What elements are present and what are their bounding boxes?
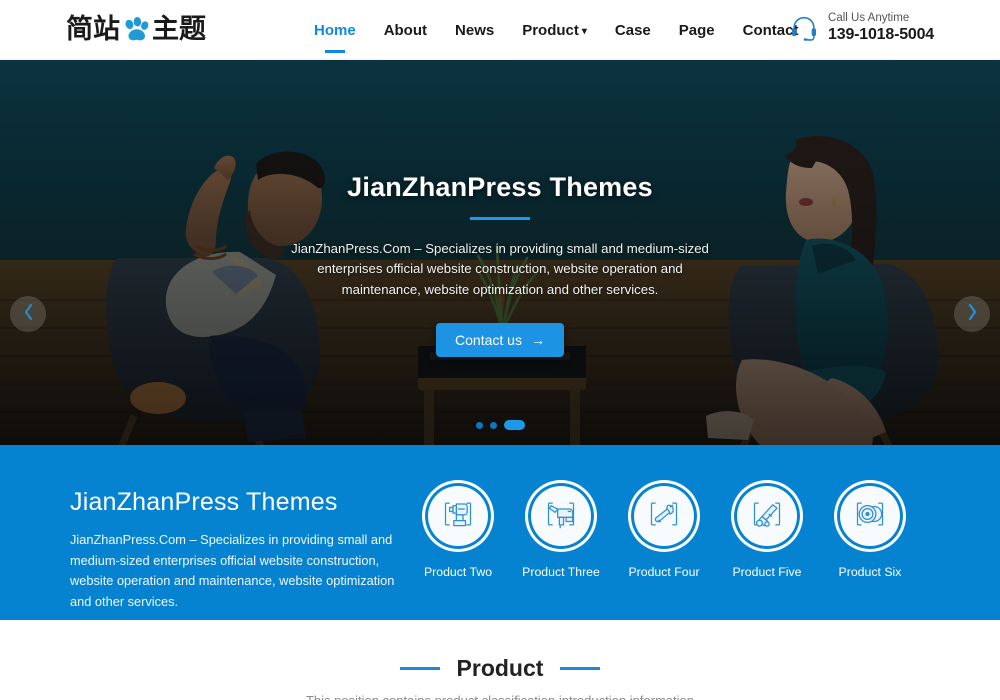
paw-icon — [121, 15, 151, 45]
product-section-subtitle: This position contains product classific… — [0, 693, 1000, 700]
carousel-dot-1[interactable] — [475, 421, 483, 429]
product-label: Product Four — [628, 565, 700, 579]
product-shortcut-five[interactable]: Product Five — [727, 480, 807, 579]
product-circle — [422, 480, 494, 552]
nav-label: News — [455, 21, 495, 39]
hero-description: JianZhanPress.Com – Specializes in provi… — [291, 241, 709, 297]
heading-rule-right — [560, 667, 601, 670]
contact-us-button[interactable]: Contact us → — [436, 323, 564, 358]
product-label: Product Three — [522, 565, 600, 579]
product-circle — [834, 480, 906, 552]
product-label: Product Six — [838, 565, 902, 579]
logo-text-left: 简站 — [66, 14, 120, 45]
product-circle — [731, 480, 803, 552]
arrow-right-icon: → — [530, 332, 545, 349]
headset-icon — [789, 13, 819, 43]
hero-divider — [470, 217, 530, 220]
nav-item-case[interactable]: Case — [601, 0, 665, 60]
nav-item-home[interactable]: Home — [300, 0, 370, 60]
chevron-right-icon — [966, 303, 979, 326]
nav-label: About — [383, 21, 428, 39]
header-contact[interactable]: Call Us Anytime 139-1018-5004 — [789, 11, 934, 45]
leaf-blower-icon — [644, 494, 684, 539]
nav-active-underline — [324, 50, 345, 53]
saw-blades-icon — [850, 494, 890, 539]
product-shortcut-two[interactable]: Product Two — [418, 480, 498, 579]
carousel-next-button[interactable] — [954, 296, 990, 332]
carousel-dot-3[interactable] — [503, 420, 525, 430]
intro-banner: JianZhanPress Themes JianZhanPress.Com –… — [0, 445, 1000, 620]
heading-rule-left — [399, 667, 440, 670]
cordless-drill-icon — [438, 494, 478, 539]
hero-content: JianZhanPress Themes JianZhanPress.Com –… — [0, 172, 1000, 358]
chevron-left-icon — [22, 303, 35, 326]
nav-label: Page — [678, 21, 715, 39]
site-logo[interactable]: 简站 主题 — [66, 12, 206, 48]
product-shortcut-four[interactable]: Product Four — [624, 480, 704, 579]
product-section-heading: Product — [0, 655, 1000, 682]
site-header: 简站 主题 Home About News Product ▾ Case Pag… — [0, 0, 1000, 60]
hero-carousel: JianZhanPress Themes JianZhanPress.Com –… — [0, 60, 1000, 445]
product-label: Product Two — [423, 565, 493, 579]
hammer-drill-icon — [541, 494, 581, 539]
hero-title: JianZhanPress Themes — [347, 172, 653, 202]
product-section: Product This position contains product c… — [0, 620, 1000, 700]
nav-item-about[interactable]: About — [370, 0, 441, 60]
intro-banner-text: JianZhanPress Themes JianZhanPress.Com –… — [0, 445, 400, 613]
carousel-dot-2[interactable] — [489, 421, 497, 429]
product-shortcut-three[interactable]: Product Three — [521, 480, 601, 579]
nav-label: Product — [522, 21, 579, 39]
product-label: Product Five — [732, 565, 802, 579]
carousel-prev-button[interactable] — [10, 296, 46, 332]
carousel-indicators — [0, 420, 1000, 430]
intro-banner-description: JianZhanPress.Com – Specializes in provi… — [70, 532, 395, 610]
product-shortcut-six[interactable]: Product Six — [830, 480, 910, 579]
contact-us-label: Contact us — [455, 332, 522, 349]
contact-text-group: Call Us Anytime 139-1018-5004 — [828, 11, 934, 45]
nav-label: Home — [314, 21, 356, 39]
lawn-mower-icon — [747, 494, 787, 539]
chevron-down-icon: ▾ — [581, 25, 587, 37]
contact-label: Call Us Anytime — [828, 12, 910, 24]
nav-item-product[interactable]: Product ▾ — [508, 0, 601, 60]
product-shortcut-list: Product Two Product Three Product Four P… — [418, 445, 910, 579]
main-navigation: Home About News Product ▾ Case Page Cont… — [300, 0, 812, 60]
product-circle — [525, 480, 597, 552]
nav-item-page[interactable]: Page — [665, 0, 729, 60]
logo-text-right: 主题 — [152, 14, 206, 45]
intro-banner-title: JianZhanPress Themes — [70, 488, 338, 516]
product-circle — [628, 480, 700, 552]
contact-phone: 139-1018-5004 — [828, 26, 934, 44]
nav-label: Case — [614, 21, 651, 39]
product-section-title: Product — [456, 655, 544, 681]
nav-item-news[interactable]: News — [441, 0, 508, 60]
